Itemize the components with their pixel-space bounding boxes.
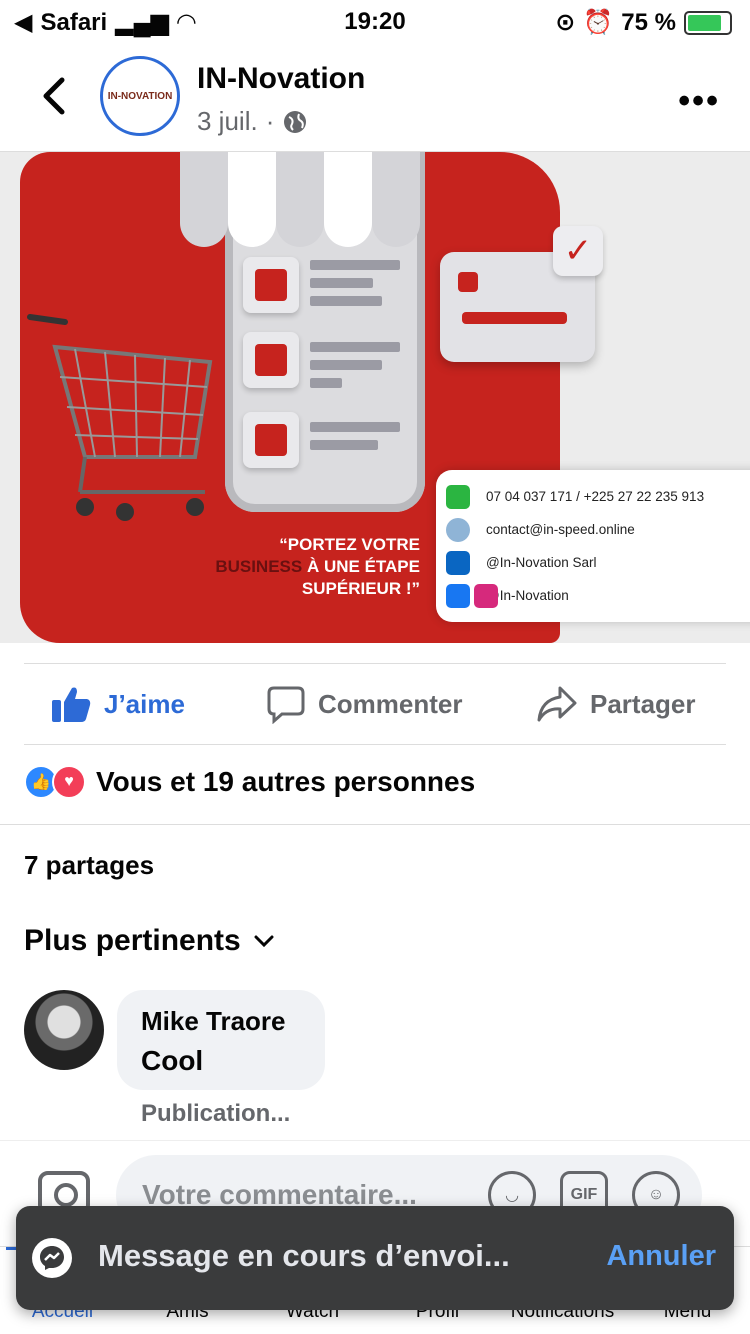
thumbs-up-icon [52, 687, 91, 722]
date-separator: · [265, 106, 275, 136]
contact-social-row: @In-Novation [446, 579, 750, 612]
slogan-line-3: SUPÉRIEUR !” [301, 579, 420, 598]
product-lines [310, 342, 400, 396]
contact-email-row: contact@in-speed.online [446, 513, 750, 546]
shirt-product-icon [243, 257, 299, 313]
divider [0, 824, 750, 825]
page-avatar[interactable]: IN-NOVATION [100, 56, 180, 136]
phone-icon [446, 484, 470, 509]
comment-label: Commenter [318, 688, 463, 719]
reaction-icons: 👍 ♥ [24, 765, 86, 799]
comment-status: Publication... [141, 1100, 291, 1127]
page-name[interactable]: IN-Novation [197, 62, 365, 96]
awning-illustration [180, 152, 420, 247]
comment-text: Cool [141, 1045, 204, 1076]
status-right: ⊙ ⏰ 75 % [555, 8, 732, 37]
share-label: Partager [590, 688, 696, 719]
slogan-line-2: BUSINESS À UNE ÉTAPE [180, 556, 420, 578]
share-arrow-icon [537, 686, 577, 722]
slogan-line-2-rest: À UNE ÉTAPE [302, 557, 420, 576]
like-button[interactable]: J’aime [50, 684, 185, 724]
shoe-product-icon [243, 332, 299, 388]
messenger-bolt-icon [40, 1246, 64, 1270]
contact-phone: 07 04 037 171 / +225 27 22 235 913 [486, 489, 705, 504]
linkedin-icon [446, 550, 470, 575]
comment-sort-dropdown[interactable]: Plus pertinents [24, 924, 275, 958]
contact-linkedin: @In-Novation Sarl [486, 555, 597, 570]
sending-message-toast: Message en cours d’envoi... Annuler [16, 1206, 734, 1310]
messenger-icon [32, 1238, 72, 1278]
love-reaction-icon: ♥ [52, 765, 86, 799]
pants-product-icon [243, 412, 299, 468]
post-date-row: 3 juil. · [197, 106, 308, 137]
back-arrow-icon[interactable] [36, 72, 76, 120]
more-options-icon[interactable]: ••• [678, 82, 720, 121]
contact-linkedin-row: @In-Novation Sarl [446, 546, 750, 579]
alarm-icon: ⏰ [583, 9, 614, 36]
contact-card: 07 04 037 171 / +225 27 22 235 913 conta… [436, 470, 750, 622]
commenter-avatar[interactable] [24, 990, 104, 1070]
toast-message: Message en cours d’envoi... [98, 1238, 510, 1273]
post-date[interactable]: 3 juil. [197, 106, 258, 137]
comment-button[interactable]: Commenter [266, 684, 462, 724]
post-header: IN-NOVATION IN-Novation 3 juil. · ••• [0, 42, 750, 152]
slogan-text: “PORTEZ VOTRE BUSINESS À UNE ÉTAPE SUPÉR… [180, 534, 420, 600]
contact-email: contact@in-speed.online [486, 522, 635, 537]
contact-phone-row: 07 04 037 171 / +225 27 22 235 913 [446, 480, 750, 513]
like-label: J’aime [104, 688, 185, 719]
slogan-line-1: “PORTEZ VOTRE [279, 535, 420, 554]
reactions-summary[interactable]: 👍 ♥ Vous et 19 autres personnes [24, 765, 475, 799]
comment-bubble-icon [267, 686, 305, 724]
product-lines [310, 260, 400, 314]
share-button[interactable]: Partager [536, 684, 696, 724]
comment-author[interactable]: Mike Traore [141, 1006, 301, 1037]
battery-percent: 75 % [621, 8, 676, 36]
slogan-business: BUSINESS [215, 557, 303, 576]
comment-bubble[interactable]: Mike Traore Cool [117, 990, 325, 1090]
globe-icon [284, 110, 307, 133]
post-image[interactable]: ✓ “PORTEZ VOTRE BUSINESS À UNE ÉTAPE SUP… [0, 152, 750, 643]
page-avatar-logo: IN-NOVATION [107, 90, 173, 102]
cancel-button[interactable]: Annuler [606, 1240, 716, 1273]
post-action-bar: J’aime Commenter Partager [24, 663, 726, 745]
contact-social: @In-Novation [486, 588, 569, 603]
chevron-down-icon [254, 935, 274, 948]
status-bar: ◀ Safari ▂▄▆ ◠ 19:20 ⊙ ⏰ 75 % [0, 0, 750, 42]
checkmark-icon: ✓ [553, 226, 603, 276]
product-lines [310, 422, 400, 458]
battery-icon [684, 10, 732, 35]
instagram-icon [474, 583, 498, 608]
facebook-icon [446, 583, 470, 608]
sort-label: Plus pertinents [24, 924, 241, 957]
payment-card-illustration: ✓ [440, 226, 603, 362]
reactions-text: Vous et 19 autres personnes [96, 766, 476, 797]
shopping-cart-icon [27, 314, 213, 521]
orientation-lock-icon: ⊙ [555, 9, 576, 36]
email-icon [446, 517, 470, 542]
shares-count[interactable]: 7 partages [24, 850, 154, 881]
